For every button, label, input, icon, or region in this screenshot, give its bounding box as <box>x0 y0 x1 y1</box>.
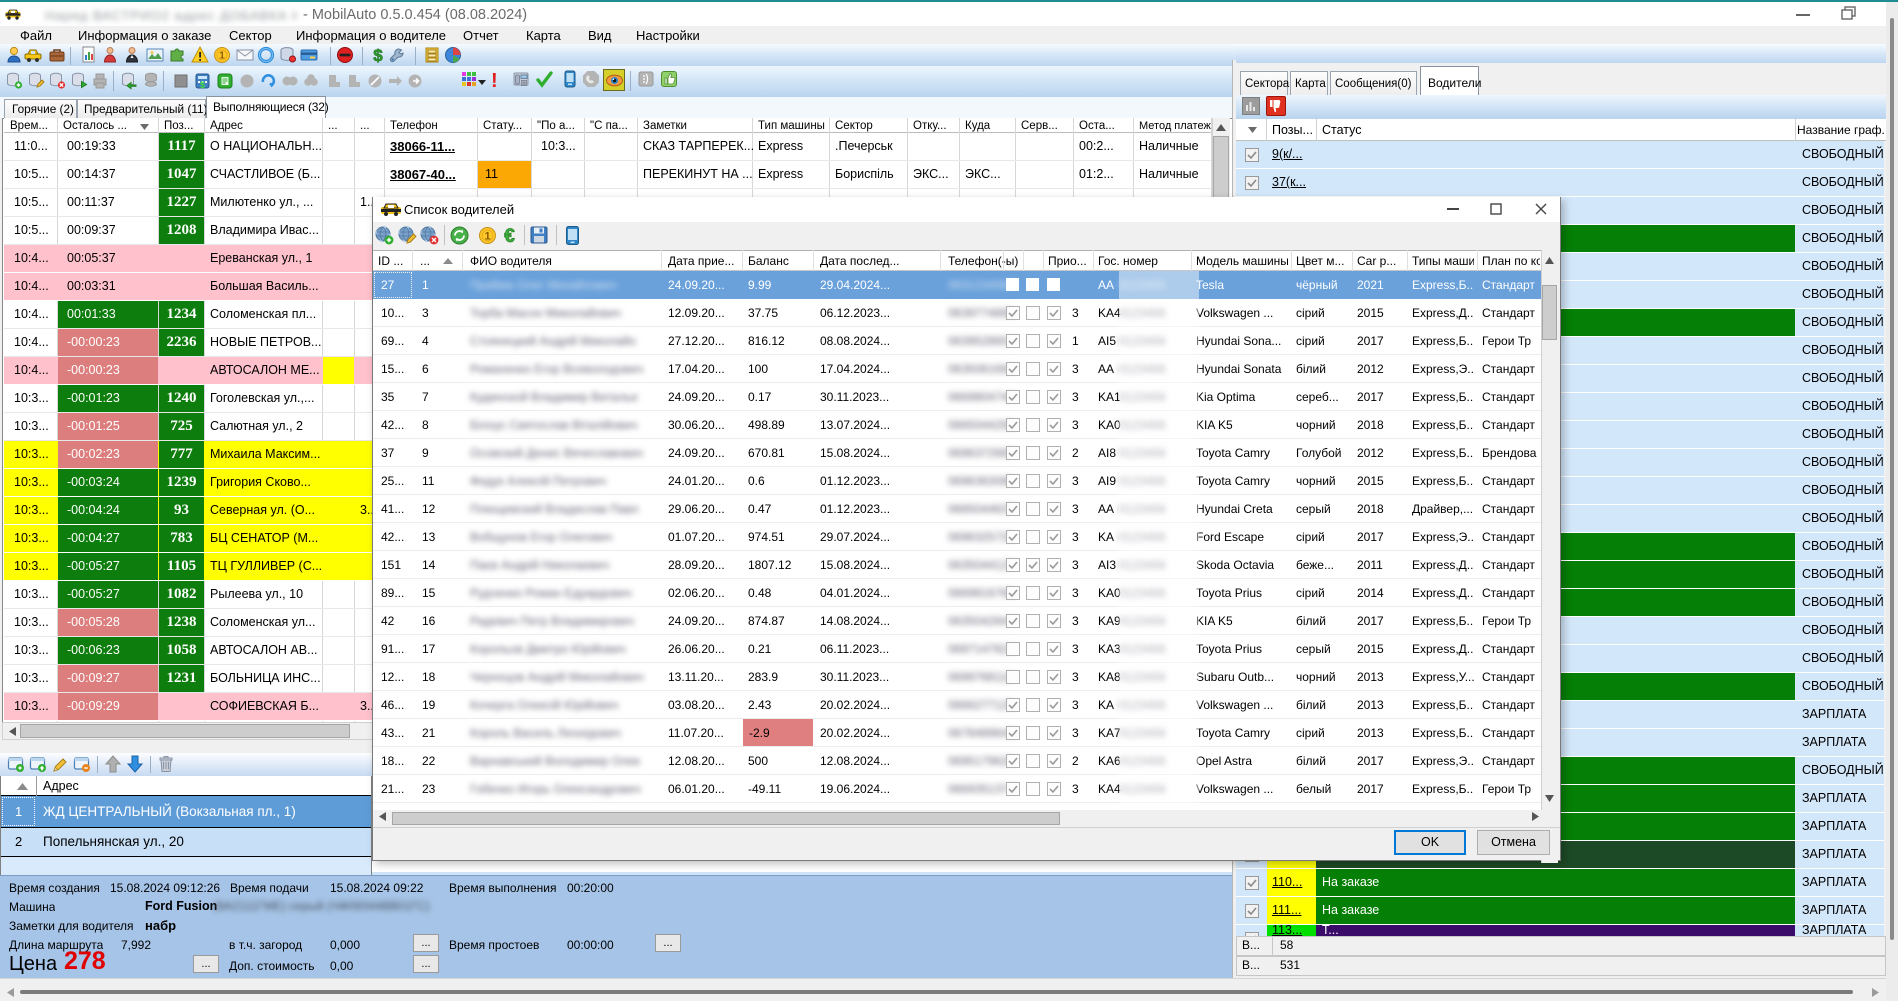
svg-text:€: € <box>504 226 515 247</box>
svg-text:1: 1 <box>219 51 225 62</box>
svg-text:$: $ <box>200 80 205 90</box>
svg-text:$: $ <box>373 46 383 65</box>
svg-text:1: 1 <box>484 231 490 243</box>
